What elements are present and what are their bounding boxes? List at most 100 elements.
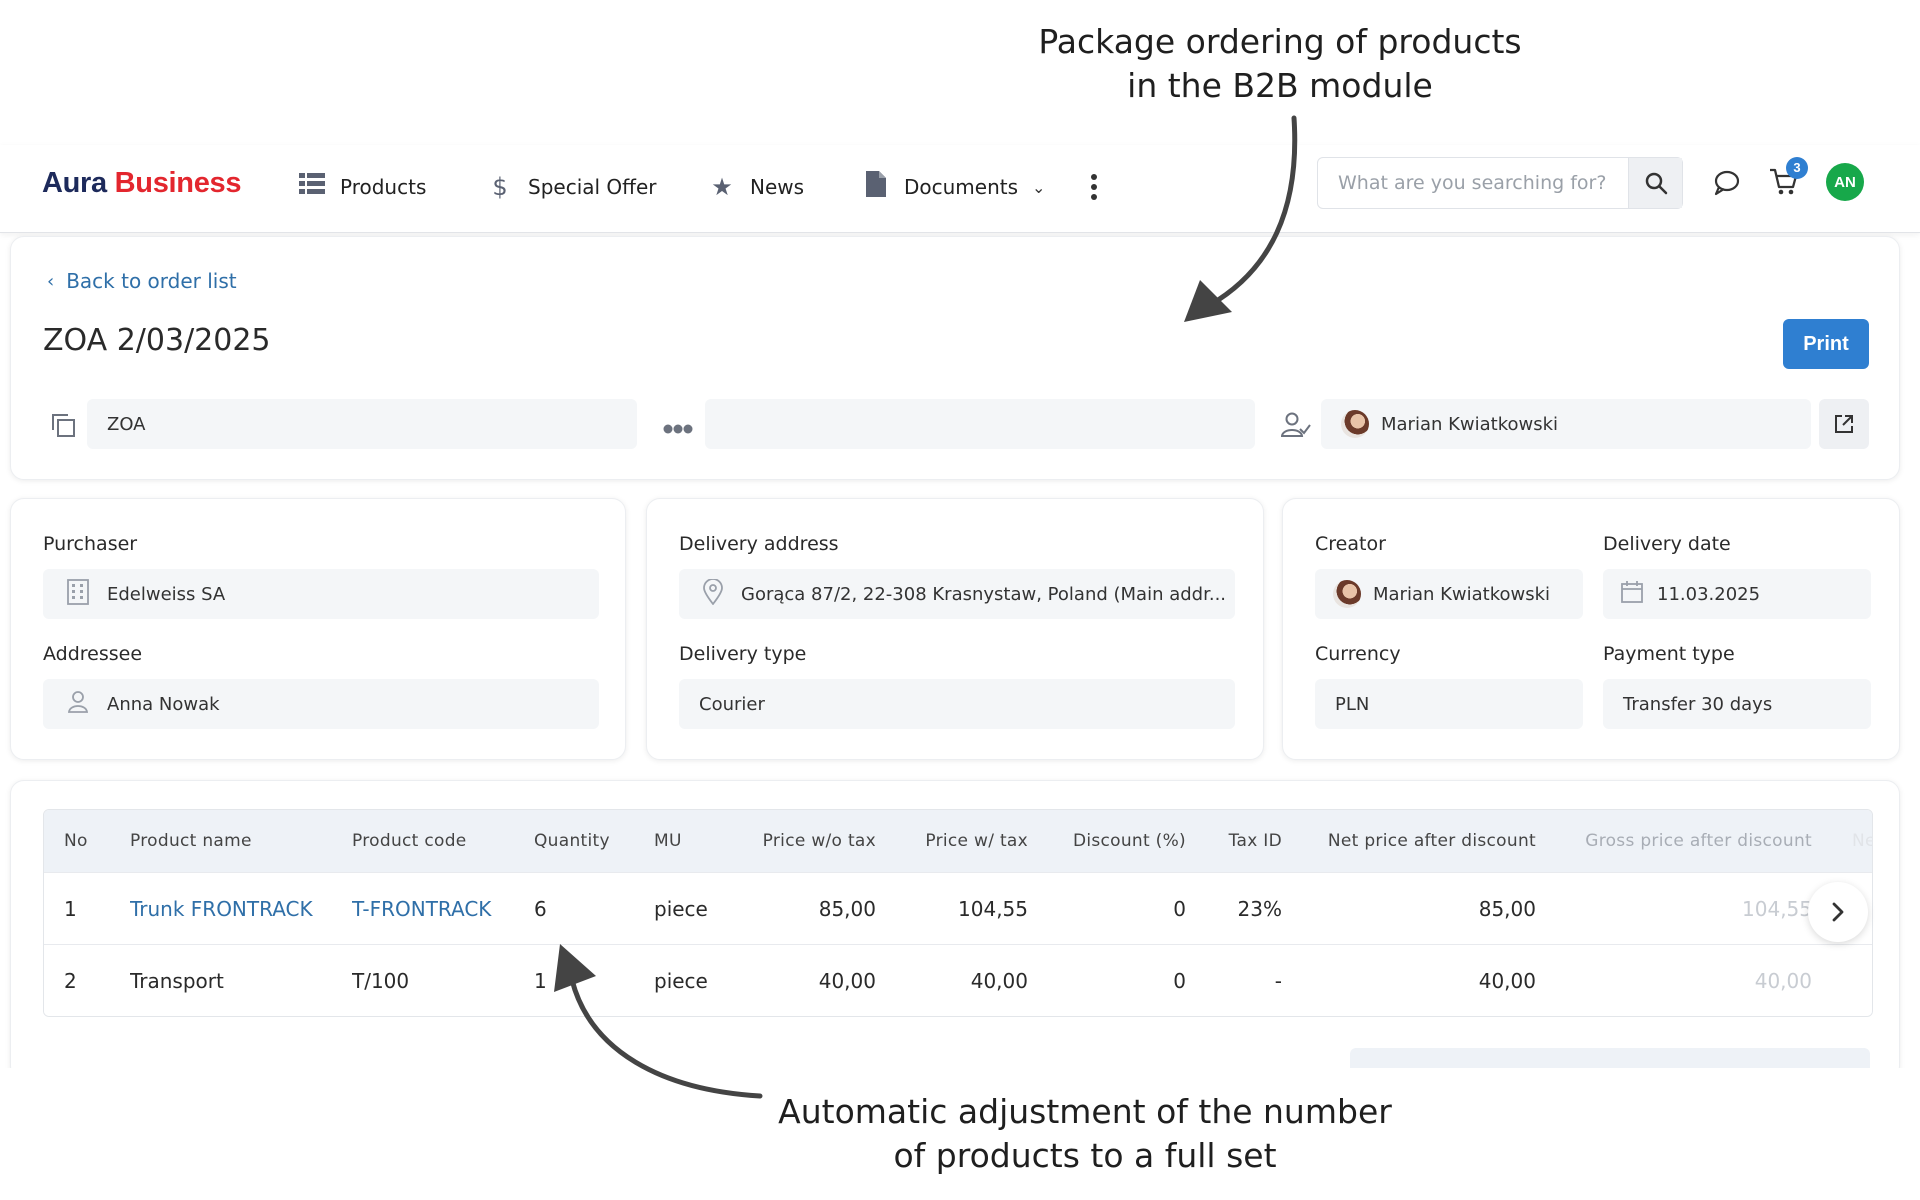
currency-value: PLN: [1335, 693, 1370, 715]
cell-tax-id: 23%: [1237, 896, 1282, 921]
chevron-right-icon: [1832, 902, 1844, 922]
currency-label: Currency: [1315, 643, 1401, 665]
order-items-table: No Product name Product code Quantity MU…: [43, 809, 1873, 1017]
kebab-icon: [1091, 174, 1097, 200]
creator-label: Creator: [1315, 533, 1386, 555]
delivery-type-field[interactable]: Courier: [679, 679, 1235, 729]
purchaser-label: Purchaser: [43, 533, 138, 555]
nav-news-label: News: [750, 175, 805, 199]
table-header: No Product name Product code Quantity MU…: [44, 810, 1872, 872]
cell-tax-id: -: [1274, 968, 1282, 993]
delivery-address-field[interactable]: Gorąca 87/2, 22-308 Krasnystaw, Poland (…: [679, 569, 1235, 619]
currency-field[interactable]: PLN: [1315, 679, 1583, 729]
series-value: ZOA: [107, 413, 146, 435]
status-field[interactable]: [705, 399, 1255, 449]
cell-discount: 0: [1173, 896, 1186, 921]
nav-products[interactable]: Products: [298, 167, 426, 207]
header-product-code[interactable]: Product code: [352, 831, 534, 851]
header-no[interactable]: No: [44, 831, 130, 851]
table-row[interactable]: 2 Transport T/100 1 piece 40,00 40,00 0 …: [44, 944, 1872, 1016]
cell-quantity: 1: [534, 968, 547, 993]
top-navbar: Aura Business Products $ Special Offer ★…: [0, 145, 1920, 233]
chat-icon[interactable]: [1713, 169, 1741, 202]
cart-count-badge: 3: [1786, 157, 1808, 179]
status-dots-icon: [663, 421, 693, 439]
delivery-date-value: 11.03.2025: [1657, 583, 1761, 605]
delivery-type-label: Delivery type: [679, 643, 807, 665]
cell-net-price: 40,00: [1478, 968, 1536, 993]
handler-field[interactable]: Marian Kwiatkowski: [1321, 399, 1811, 449]
order-meta-card: Creator Marian Kwiatkowski Delivery date…: [1282, 498, 1900, 760]
more-menu-button[interactable]: [1090, 167, 1098, 207]
cell-price-w-tax: 40,00: [970, 968, 1028, 993]
user-avatar[interactable]: AN: [1826, 163, 1864, 201]
callout-top-line2: in the B2B module: [1127, 66, 1433, 105]
search-button[interactable]: [1628, 158, 1682, 208]
header-overflow: Ne: [1852, 831, 1872, 851]
purchaser-field[interactable]: Edelweiss SA: [43, 569, 599, 619]
payment-type-field[interactable]: Transfer 30 days: [1603, 679, 1871, 729]
creator-field[interactable]: Marian Kwiatkowski: [1315, 569, 1583, 619]
addressee-value: Anna Nowak: [107, 693, 220, 715]
search-input[interactable]: [1318, 158, 1630, 208]
nav-news[interactable]: ★ News: [708, 167, 804, 207]
nav-products-label: Products: [340, 175, 427, 199]
chevron-left-icon: ‹: [47, 270, 55, 292]
print-button[interactable]: Print: [1783, 319, 1869, 369]
nav-documents[interactable]: Documents ⌄: [862, 167, 1045, 207]
cell-price-w-tax: 104,55: [958, 896, 1028, 921]
header-tax-id[interactable]: Tax ID: [1186, 831, 1282, 851]
creator-value: Marian Kwiatkowski: [1373, 583, 1551, 605]
brand-logo[interactable]: Aura Business: [42, 167, 241, 200]
payment-type-value: Transfer 30 days: [1623, 693, 1773, 715]
delivery-type-value: Courier: [699, 693, 765, 715]
search-icon: [1645, 172, 1667, 195]
payment-type-label: Payment type: [1603, 643, 1735, 665]
addressee-field[interactable]: Anna Nowak: [43, 679, 599, 729]
calendar-icon: [1621, 580, 1643, 608]
delivery-date-field[interactable]: 11.03.2025: [1603, 569, 1871, 619]
purchaser-card: Purchaser Edelweiss SA Addressee Anna No…: [10, 498, 626, 760]
series-field[interactable]: ZOA: [87, 399, 637, 449]
header-mu[interactable]: MU: [654, 831, 746, 851]
order-header-card: ‹ Back to order list ZOA 2/03/2025 Print…: [10, 236, 1900, 480]
page-title: ZOA 2/03/2025: [43, 323, 271, 358]
delivery-address-value: Gorąca 87/2, 22-308 Krasnystaw, Poland (…: [741, 583, 1227, 605]
header-net-price[interactable]: Net price after discount: [1282, 831, 1536, 851]
product-name-link[interactable]: Trunk FRONTRACK: [130, 897, 352, 921]
copy-icon: [49, 411, 77, 444]
handler-avatar: [1341, 410, 1369, 438]
cell-quantity: 6: [534, 896, 547, 921]
creator-avatar: [1333, 580, 1361, 608]
cell-price-wo-tax: 40,00: [818, 968, 876, 993]
open-external-button[interactable]: [1819, 399, 1869, 449]
back-to-order-list-link[interactable]: ‹ Back to order list: [47, 269, 237, 293]
nav-documents-label: Documents: [904, 175, 1019, 199]
order-items-card: No Product name Product code Quantity MU…: [10, 780, 1900, 1080]
nav-special-offer[interactable]: $ Special Offer: [486, 167, 656, 207]
cell-price-wo-tax: 85,00: [818, 896, 876, 921]
callout-bottom: Automatic adjustment of the number of pr…: [770, 1090, 1400, 1178]
header-gross-price[interactable]: Gross price after discount: [1536, 831, 1812, 851]
back-link-label: Back to order list: [66, 269, 237, 293]
location-pin-icon: [703, 577, 723, 610]
delivery-card: Delivery address Gorąca 87/2, 22-308 Kra…: [646, 498, 1264, 760]
user-check-icon: [1280, 411, 1311, 444]
scroll-right-button[interactable]: [1808, 882, 1868, 942]
cell-product-code: T/100: [352, 968, 410, 993]
header-price-wo-tax[interactable]: Price w/o tax: [746, 831, 876, 851]
table-row[interactable]: 1 Trunk FRONTRACK T-FRONTRACK 6 piece 85…: [44, 872, 1872, 944]
header-discount[interactable]: Discount (%): [1028, 831, 1186, 851]
header-quantity[interactable]: Quantity: [534, 831, 654, 851]
header-product-name[interactable]: Product name: [130, 831, 352, 851]
cell-product-name: Transport: [130, 968, 224, 993]
cell-mu: piece: [654, 896, 708, 921]
callout-top: Package ordering of products in the B2B …: [1010, 20, 1550, 108]
purchaser-value: Edelweiss SA: [107, 583, 226, 605]
cell-discount: 0: [1173, 968, 1186, 993]
chevron-down-icon: ⌄: [1032, 177, 1046, 197]
product-code-link[interactable]: T-FRONTRACK: [352, 897, 534, 921]
header-price-w-tax[interactable]: Price w/ tax: [876, 831, 1028, 851]
external-link-icon: [1835, 415, 1853, 433]
delivery-address-label: Delivery address: [679, 533, 839, 555]
